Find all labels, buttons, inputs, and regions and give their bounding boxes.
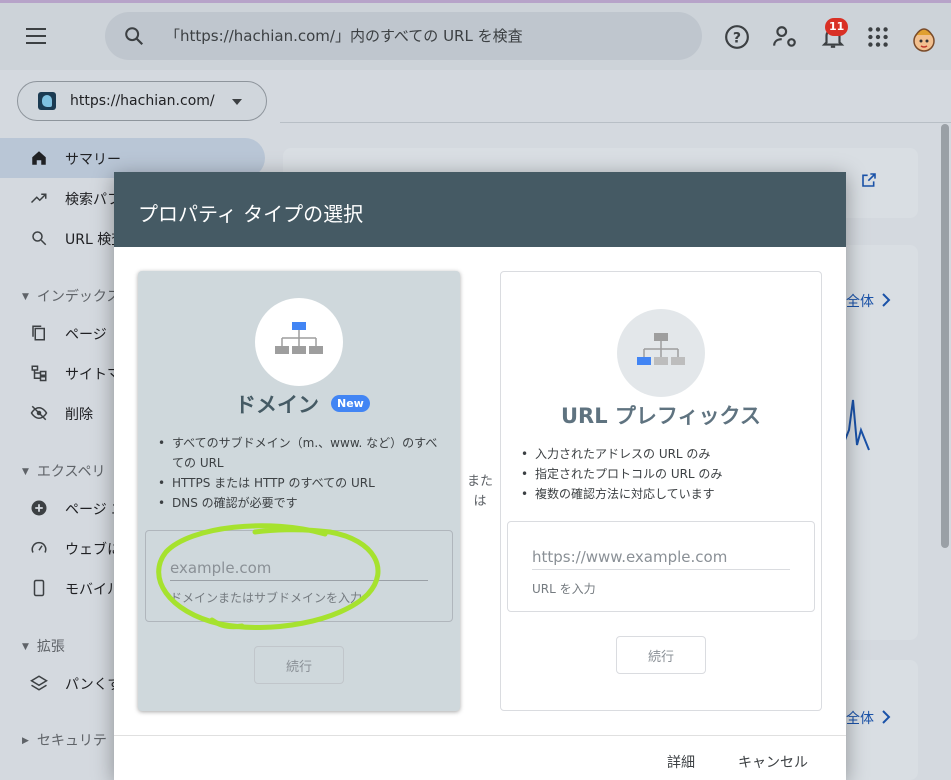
caret-down-icon: ▼ bbox=[22, 642, 29, 652]
notification-badge: 11 bbox=[825, 18, 849, 36]
removals-icon bbox=[30, 405, 48, 421]
bullet-item: HTTPS または HTTP のすべての URL bbox=[154, 473, 444, 493]
domain-bullets: すべてのサブドメイン（m.、www. など）のすべての URL HTTPS また… bbox=[154, 433, 444, 513]
sidebar-item-label: モバイル bbox=[65, 582, 121, 598]
property-type-dialog: プロパティ タイプの選択 ドメイン New すべてのサブドメイン（m.、www.… bbox=[114, 172, 846, 780]
url-prefix-illustration bbox=[617, 309, 705, 397]
full-report-link[interactable]: 全体 bbox=[846, 291, 874, 311]
url-continue-button[interactable]: 続行 bbox=[616, 636, 706, 674]
apps-grid-icon[interactable] bbox=[865, 24, 891, 50]
section-label: インデックス bbox=[36, 289, 121, 305]
open-in-new-icon[interactable] bbox=[861, 172, 877, 188]
gauge-icon bbox=[31, 541, 47, 553]
section-label: 拡張 bbox=[36, 639, 65, 655]
domain-illustration bbox=[255, 298, 343, 386]
domain-input[interactable] bbox=[170, 555, 428, 581]
footer-divider bbox=[114, 735, 846, 736]
top-bar: ? 11 bbox=[0, 0, 951, 70]
bullet-item: DNS の確認が必要です bbox=[154, 493, 444, 513]
layers-icon bbox=[30, 675, 48, 691]
scrollbar[interactable] bbox=[941, 124, 949, 548]
sitemap-icon bbox=[31, 365, 47, 382]
full-report-link[interactable]: 全体 bbox=[846, 708, 874, 728]
bullet-item: 指定されたプロトコルの URL のみ bbox=[517, 464, 807, 484]
domain-input-box: ドメインまたはサブドメインを入力 bbox=[145, 530, 453, 622]
plus-circle-icon bbox=[31, 500, 47, 516]
url-helper-text: URL を入力 bbox=[532, 582, 596, 596]
user-settings-icon[interactable] bbox=[772, 24, 798, 50]
avatar[interactable] bbox=[906, 21, 942, 57]
help-icon[interactable]: ? bbox=[724, 24, 750, 50]
menu-icon[interactable] bbox=[26, 28, 46, 44]
url-prefix-title: URL プレフィックス bbox=[561, 404, 761, 428]
new-badge: New bbox=[331, 395, 370, 412]
search-icon bbox=[125, 27, 144, 46]
or-label: または bbox=[466, 474, 493, 509]
section-enhancements[interactable]: ▼ 拡張 bbox=[22, 636, 65, 656]
domain-continue-button[interactable]: 続行 bbox=[254, 646, 344, 684]
caret-down-icon: ▼ bbox=[22, 292, 29, 302]
chevron-right-icon[interactable] bbox=[880, 709, 892, 725]
domain-tree-icon bbox=[275, 322, 323, 354]
cancel-button[interactable]: キャンセル bbox=[738, 752, 808, 772]
home-icon bbox=[32, 151, 46, 165]
dialog-title: プロパティ タイプの選択 bbox=[138, 202, 364, 226]
search-icon bbox=[32, 231, 47, 246]
caret-right-icon: ▶ bbox=[22, 736, 29, 746]
property-url: https://hachian.com/ bbox=[70, 93, 215, 109]
pages-icon bbox=[32, 325, 45, 341]
url-prefix-bullets: 入力されたアドレスの URL のみ 指定されたプロトコルの URL のみ 複数の… bbox=[517, 444, 807, 504]
caret-down-icon bbox=[232, 99, 242, 105]
property-selector[interactable]: https://hachian.com/ bbox=[17, 81, 267, 121]
sidebar-item-label: 削除 bbox=[65, 407, 93, 423]
dialog-header: プロパティ タイプの選択 bbox=[114, 172, 846, 247]
sidebar-item-label: ページ bbox=[65, 327, 107, 343]
bullet-item: 入力されたアドレスの URL のみ bbox=[517, 444, 807, 464]
bullet-item: 複数の確認方法に対応しています bbox=[517, 484, 807, 504]
url-input-box: URL を入力 bbox=[507, 521, 815, 612]
url-prefix-option[interactable]: URL プレフィックス 入力されたアドレスの URL のみ 指定されたプロトコル… bbox=[500, 271, 822, 711]
svg-text:?: ? bbox=[733, 30, 741, 46]
section-label: エクスペリ bbox=[36, 464, 106, 480]
caret-down-icon: ▼ bbox=[22, 467, 29, 477]
sidebar-item-label: 検索パフ bbox=[65, 192, 121, 208]
sidebar-item-label: サイトマ bbox=[65, 367, 121, 383]
trending-up-icon bbox=[30, 193, 47, 204]
domain-helper-text: ドメインまたはサブドメインを入力 bbox=[170, 591, 363, 605]
bullet-item: すべてのサブドメイン（m.、www. など）のすべての URL bbox=[154, 433, 444, 473]
url-inspect-search[interactable] bbox=[105, 12, 702, 60]
site-favicon-icon bbox=[38, 92, 56, 110]
section-security[interactable]: ▶ セキュリテ bbox=[22, 730, 107, 750]
domain-title: ドメイン bbox=[235, 393, 319, 417]
sidebar-item-label: サマリー bbox=[65, 152, 121, 168]
section-index[interactable]: ▼ インデックス bbox=[22, 286, 121, 306]
section-experience[interactable]: ▼ エクスペリ bbox=[22, 461, 106, 481]
chart-line-fragment bbox=[843, 399, 870, 451]
search-input[interactable] bbox=[165, 24, 685, 48]
details-button[interactable]: 詳細 bbox=[667, 752, 695, 772]
mobile-icon bbox=[33, 579, 45, 597]
chevron-right-icon[interactable] bbox=[880, 292, 892, 308]
domain-option[interactable]: ドメイン New すべてのサブドメイン（m.、www. など）のすべての URL… bbox=[138, 271, 460, 711]
url-input[interactable] bbox=[532, 544, 790, 570]
url-prefix-tree-icon bbox=[637, 333, 685, 365]
header-divider bbox=[280, 122, 951, 123]
section-label: セキュリテ bbox=[36, 733, 107, 749]
sidebar-item-label: ウェブに bbox=[65, 542, 121, 558]
